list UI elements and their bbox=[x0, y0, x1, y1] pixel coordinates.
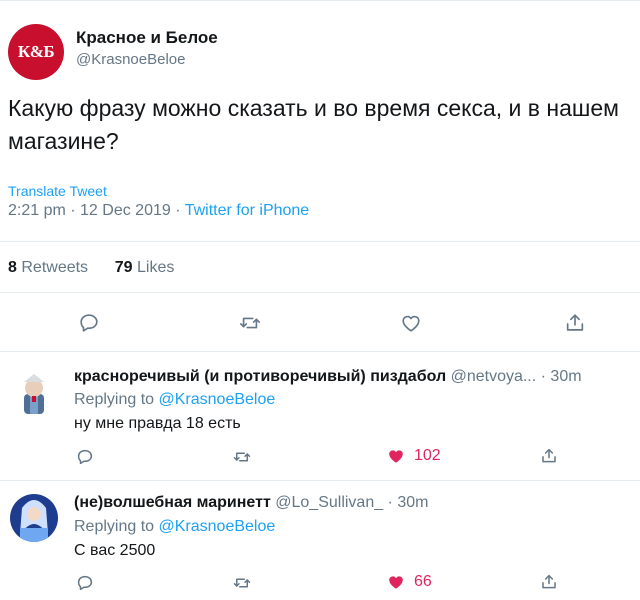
share-button[interactable] bbox=[540, 573, 558, 591]
retweets-stat[interactable]: 8 Retweets bbox=[8, 259, 88, 276]
tweet-time: 2:21 pm bbox=[8, 202, 66, 219]
retweets-label: Retweets bbox=[21, 259, 89, 276]
top-divider bbox=[0, 0, 640, 1]
reply-author-handle: @Lo_Sullivan_ bbox=[275, 494, 384, 511]
like-filled-icon bbox=[389, 576, 403, 589]
share-button[interactable] bbox=[540, 447, 558, 465]
tweet-text: Какую фразу можно сказать и во время сек… bbox=[8, 95, 619, 154]
reply-button[interactable] bbox=[76, 448, 94, 466]
reply-button[interactable] bbox=[76, 310, 102, 336]
replying-to: Replying to @KrasnoeBeloe bbox=[74, 391, 275, 409]
reply-time: · 30m bbox=[387, 494, 429, 511]
reply-avatar[interactable] bbox=[10, 494, 58, 542]
replying-to-link[interactable]: @KrasnoeBeloe bbox=[159, 391, 276, 408]
tweet-meta: 2:21 pm · 12 Dec 2019 · Twitter for iPho… bbox=[8, 202, 309, 220]
reply-avatar-image bbox=[10, 368, 58, 416]
retweet-icon bbox=[233, 578, 251, 588]
like-filled-icon bbox=[389, 450, 403, 463]
likes-stat[interactable]: 79 Likes bbox=[115, 259, 175, 276]
tweet-date: 12 Dec 2019 bbox=[80, 202, 171, 219]
reply-icon bbox=[77, 449, 93, 465]
reply-author[interactable]: (не)волшебная маринетт @Lo_Sullivan_ · 3… bbox=[74, 494, 428, 512]
reply-author-name: красноречивый (и противоречивый) пиздабо… bbox=[74, 368, 447, 385]
share-icon bbox=[542, 448, 556, 463]
retweets-count: 8 bbox=[8, 259, 17, 276]
reply-time: · 30m bbox=[540, 368, 582, 385]
tweet-source-link[interactable]: Twitter for iPhone bbox=[185, 202, 310, 219]
reply-author[interactable]: красноречивый (и противоречивый) пиздабо… bbox=[74, 368, 582, 386]
like-button[interactable]: 102 bbox=[387, 447, 441, 465]
retweet-button[interactable] bbox=[233, 574, 251, 592]
meta-separator: · bbox=[170, 202, 185, 219]
reply-icon bbox=[77, 575, 93, 591]
like-icon bbox=[402, 315, 420, 332]
divider bbox=[0, 292, 640, 293]
reply-button[interactable] bbox=[76, 574, 94, 592]
author-avatar[interactable]: К&Б bbox=[8, 24, 64, 80]
reply-author-name: (не)волшебная маринетт bbox=[74, 494, 271, 511]
replying-to: Replying to @KrasnoeBeloe bbox=[74, 518, 275, 536]
share-icon bbox=[566, 314, 584, 331]
share-button[interactable] bbox=[562, 310, 588, 336]
meta-separator: · bbox=[65, 202, 81, 219]
replying-to-link[interactable]: @KrasnoeBeloe bbox=[159, 518, 276, 535]
like-button[interactable]: 66 bbox=[387, 573, 432, 591]
reply-avatar-image bbox=[10, 494, 58, 542]
replying-to-label: Replying to bbox=[74, 518, 155, 535]
reply-text: ну мне правда 18 есть bbox=[74, 415, 241, 432]
retweet-icon bbox=[240, 317, 260, 329]
retweet-icon bbox=[233, 452, 251, 462]
translate-tweet-link[interactable]: Translate Tweet bbox=[8, 183, 107, 199]
divider bbox=[0, 480, 640, 481]
retweet-button[interactable] bbox=[237, 310, 263, 336]
tweet-stats: 8 Retweets 79 Likes bbox=[8, 259, 174, 277]
reply-avatar[interactable] bbox=[10, 368, 58, 416]
replying-to-label: Replying to bbox=[74, 391, 155, 408]
divider bbox=[0, 241, 640, 242]
avatar-logo-text: К&Б bbox=[17, 42, 55, 61]
share-icon bbox=[542, 574, 556, 589]
reply-author-handle: @netvoya... bbox=[450, 368, 537, 385]
likes-count: 79 bbox=[114, 259, 133, 276]
divider bbox=[0, 351, 640, 352]
author-handle[interactable]: @KrasnoeBeloe bbox=[76, 51, 185, 68]
reply-icon bbox=[80, 314, 98, 332]
like-count: 102 bbox=[414, 447, 441, 464]
like-count: 66 bbox=[414, 573, 432, 590]
retweet-button[interactable] bbox=[233, 448, 251, 466]
likes-label: Likes bbox=[136, 259, 175, 276]
like-button[interactable] bbox=[398, 310, 424, 336]
reply-text: С вас 2500 bbox=[74, 542, 156, 559]
author-name[interactable]: Красное и Белое bbox=[76, 28, 218, 48]
